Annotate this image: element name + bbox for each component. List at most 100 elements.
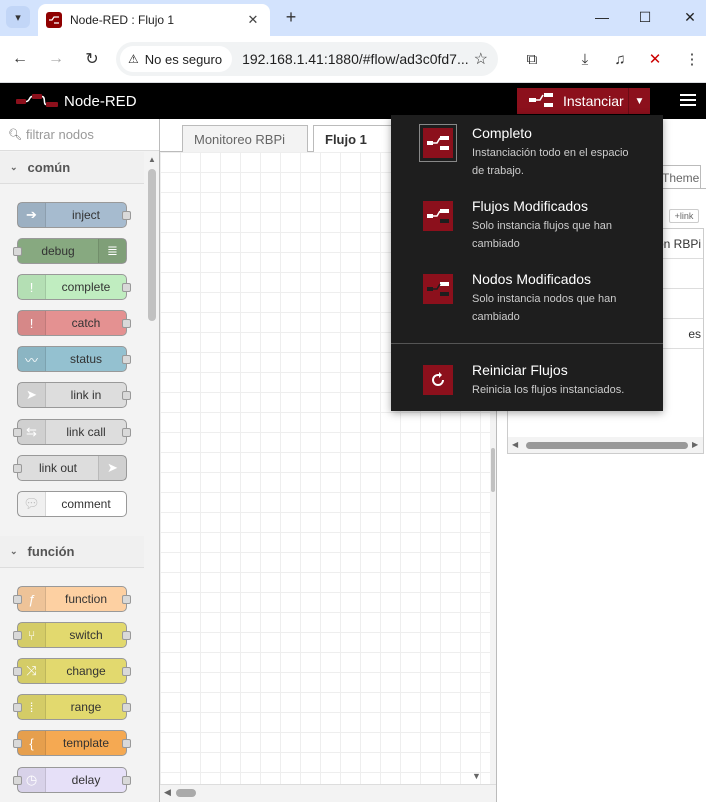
arrow-icon: ➔	[18, 203, 46, 227]
node-label: link in	[70, 388, 102, 402]
scroll-right-icon[interactable]: ▶	[692, 440, 698, 449]
close-window-icon[interactable]: ✕	[678, 6, 702, 28]
palette-node-link-in[interactable]: ➤ link in	[17, 382, 131, 408]
node-label: template	[62, 736, 110, 750]
output-port	[122, 428, 131, 437]
menu-item-nodos-modificados[interactable]: Nodos Modificados Solo instancia nodos q…	[391, 261, 663, 331]
tab-search-dropdown-icon[interactable]: ▾	[6, 6, 30, 28]
category-label: común	[27, 160, 71, 175]
node-label: catch	[71, 316, 101, 330]
sidebar-horizontal-scrollbar[interactable]: ◀ ▶	[508, 437, 703, 453]
output-port	[122, 319, 131, 328]
input-port	[13, 631, 22, 640]
canvas-horizontal-scrollbar[interactable]: ◀ ▼	[160, 771, 496, 802]
maximize-icon[interactable]: ☐	[633, 6, 657, 28]
deploy-button[interactable]: Instanciar ▼	[517, 88, 650, 114]
node-label: change	[66, 664, 106, 678]
link-button[interactable]: + link	[669, 209, 699, 223]
link-call-icon: ⇆	[18, 420, 46, 444]
output-port	[122, 391, 131, 400]
extensions-icon[interactable]: ⧉	[521, 48, 543, 70]
tab-close-icon[interactable]: ✕	[244, 11, 262, 29]
palette-node-delay[interactable]: ◷ delay	[13, 767, 131, 793]
palette-node-template[interactable]: { template	[13, 730, 131, 756]
app-title: Node-RED	[64, 92, 137, 110]
back-icon[interactable]: ←	[7, 46, 33, 72]
list-icon: ≣	[98, 239, 126, 263]
new-tab-icon[interactable]: +	[280, 6, 302, 28]
node-label: switch	[69, 628, 103, 642]
url-text[interactable]: 192.168.1.41:1880/#flow/ad3c0fd7...	[242, 51, 478, 67]
bookmark-star-icon[interactable]: ☆	[474, 49, 488, 69]
palette-search-input[interactable]: 🔍︎ filtrar nodos	[0, 119, 159, 151]
scroll-down-icon[interactable]: ▼	[472, 771, 481, 781]
browser-tab[interactable]: Node-RED : Flujo 1 ✕	[38, 4, 270, 36]
menu-item-title: Flujos Modificados	[472, 198, 588, 214]
menu-item-flujos-modificados[interactable]: Flujos Modificados Solo instancia flujos…	[391, 188, 663, 258]
deploy-dropdown-caret-icon[interactable]: ▼	[628, 88, 650, 114]
palette-node-range[interactable]: ⁞ range	[13, 694, 131, 720]
tab-title: Node-RED : Flujo 1	[70, 13, 175, 27]
palette-node-inject[interactable]: ➔ inject	[17, 202, 131, 228]
scroll-thumb[interactable]	[148, 169, 156, 321]
switch-icon: ⑂	[18, 623, 46, 647]
reload-icon[interactable]: ↻	[79, 46, 105, 72]
tab-label: Monitoreo RBPi	[194, 131, 286, 147]
deploy-icon	[529, 92, 553, 110]
shuffle-icon: ⤨	[18, 659, 46, 683]
palette-node-catch[interactable]: ! catch	[17, 310, 131, 336]
palette-node-link-out[interactable]: link out ➤	[13, 455, 127, 481]
palette-node-link-call[interactable]: ⇆ link call	[13, 419, 131, 445]
media-icon[interactable]: ♫	[609, 48, 631, 70]
category-header-funcion[interactable]: ⌄ función	[0, 536, 144, 568]
output-port	[122, 739, 131, 748]
menu-item-description: Reinicia los flujos instanciados.	[472, 384, 625, 396]
main-menu-hamburger-icon[interactable]	[680, 94, 696, 108]
scroll-thumb[interactable]	[491, 448, 495, 492]
palette-node-status[interactable]: 〰 status	[17, 346, 131, 372]
palette-node-debug[interactable]: debug ≣	[13, 238, 127, 264]
tab-flujo-1[interactable]: Flujo 1	[313, 125, 393, 153]
menu-item-completo[interactable]: Completo Instanciación todo en el espaci…	[391, 115, 663, 185]
scroll-left-icon[interactable]: ◀	[512, 440, 518, 449]
category-label: función	[27, 544, 75, 559]
chevron-down-icon: ⌄	[10, 162, 18, 172]
input-port	[13, 667, 22, 676]
download-icon[interactable]: ⤓	[574, 48, 596, 70]
list-item-label: es	[688, 326, 701, 341]
minimize-icon[interactable]: —	[590, 6, 614, 28]
palette-node-switch[interactable]: ⑂ switch	[13, 622, 131, 648]
node-label: complete	[61, 280, 111, 294]
scroll-thumb[interactable]	[526, 442, 688, 449]
node-label: inject	[71, 208, 100, 222]
scroll-left-icon[interactable]: ◀	[164, 787, 171, 798]
output-port	[122, 283, 131, 292]
menu-item-description: Instanciación todo en el espacio de trab…	[472, 147, 629, 177]
scroll-thumb[interactable]	[176, 789, 196, 797]
palette-node-complete[interactable]: ! complete	[17, 274, 131, 300]
exclamation-icon: !	[18, 311, 46, 335]
tab-monitoreo-rbpi[interactable]: Monitoreo RBPi	[182, 125, 308, 152]
security-chip[interactable]: ⚠ No es seguro	[120, 46, 233, 72]
category-header-comun[interactable]: ⌄ común	[0, 152, 144, 184]
node-red-logo: Node-RED	[16, 92, 137, 110]
browser-menu-icon[interactable]: ⋮	[681, 48, 703, 70]
tab-label: Theme	[662, 170, 700, 185]
node-palette: 🔍︎ filtrar nodos ⌄ común ➔ inject debug …	[0, 119, 160, 802]
input-port	[13, 464, 22, 473]
input-port	[13, 595, 22, 604]
forward-icon[interactable]: →	[43, 46, 69, 72]
browser-tab-strip: ▾ Node-RED : Flujo 1 ✕ + — ☐ ✕	[0, 0, 706, 36]
menu-item-reiniciar-flujos[interactable]: Reiniciar Flujos Reinicia los flujos ins…	[391, 352, 663, 422]
palette-scrollbar[interactable]: ▲	[145, 151, 159, 802]
output-port	[122, 211, 131, 220]
scroll-up-icon[interactable]: ▲	[148, 155, 156, 164]
node-red-logo-icon	[16, 94, 58, 107]
extension-red-icon[interactable]: ✕	[644, 48, 666, 70]
node-label: comment	[61, 497, 111, 511]
palette-node-comment[interactable]: 💬︎ comment	[17, 491, 127, 517]
address-bar[interactable]: ⚠ No es seguro 192.168.1.41:1880/#flow/a…	[116, 42, 498, 76]
sidebar-tab-theme[interactable]: Theme	[657, 165, 701, 189]
palette-node-change[interactable]: ⤨ change	[13, 658, 131, 684]
palette-node-function[interactable]: ƒ function	[13, 586, 131, 612]
